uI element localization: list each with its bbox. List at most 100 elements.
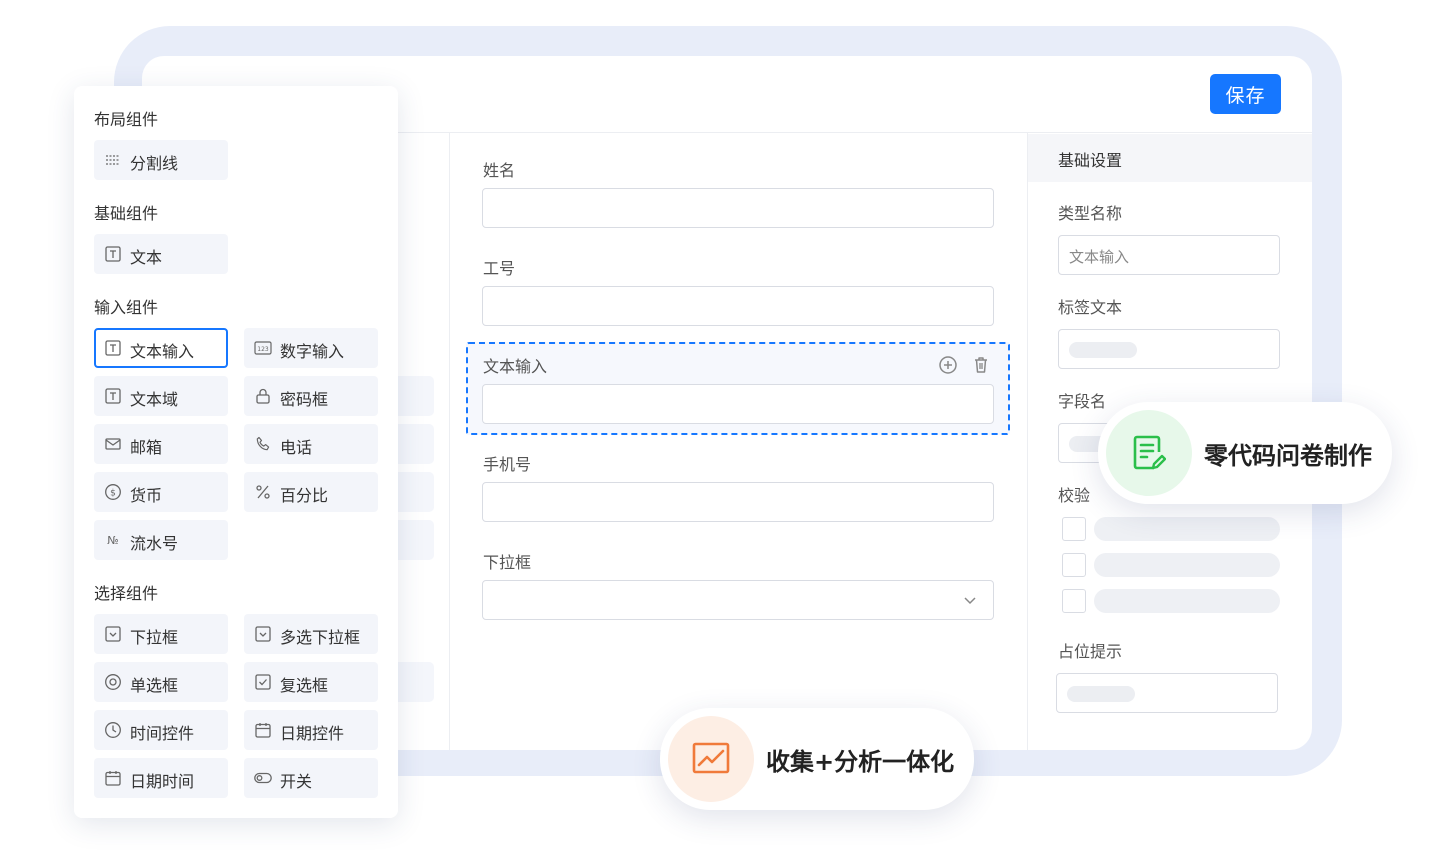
component-label: 密码框 <box>280 390 329 409</box>
validation-checkbox[interactable] <box>1062 553 1086 577</box>
validation-option-bar <box>1094 589 1280 613</box>
clock-icon <box>105 722 121 738</box>
component-number-input[interactable]: 123 数字输入 <box>244 328 378 368</box>
component-label: 分割线 <box>130 154 179 173</box>
component-label: 下拉框 <box>130 628 179 647</box>
component-label: 电话 <box>280 438 313 457</box>
component-date[interactable]: 日期控件 <box>244 710 378 750</box>
type-name-input[interactable]: 文本输入 <box>1058 235 1280 275</box>
line-chart-icon <box>692 742 730 774</box>
component-label: 流水号 <box>130 534 179 553</box>
checkbox-icon <box>255 674 271 690</box>
component-currency[interactable]: $ 货币 <box>94 472 228 512</box>
svg-text:$: $ <box>110 489 116 499</box>
text-input-field[interactable] <box>482 384 994 424</box>
component-dropdown[interactable]: 下拉框 <box>94 614 228 654</box>
component-datetime[interactable]: 日期时间 <box>94 758 228 798</box>
delete-icon[interactable] <box>971 355 991 375</box>
group-title-layout: 布局组件 <box>94 110 159 129</box>
settings-title: 基础设置 <box>1058 151 1123 170</box>
dropdown-icon <box>105 626 121 642</box>
placeholder-bar <box>1067 686 1135 702</box>
serial-number-icon: № <box>107 534 118 547</box>
number-icon: 123 <box>254 341 272 355</box>
dropdown-select[interactable] <box>482 580 994 620</box>
save-button[interactable]: 保存 <box>1210 74 1281 114</box>
divider-icon <box>106 155 120 165</box>
component-text[interactable]: 文本 <box>94 234 228 274</box>
component-multi-dropdown[interactable]: 多选下拉框 <box>244 614 378 654</box>
tag-text-label: 标签文本 <box>1058 298 1123 317</box>
svg-text:123: 123 <box>257 346 269 353</box>
component-password[interactable]: 密码框 <box>244 376 378 416</box>
chevron-down-icon <box>964 597 976 605</box>
component-radio[interactable]: 单选框 <box>94 662 228 702</box>
analytics-badge-text: 收集+分析一体化 <box>766 748 955 776</box>
component-percent[interactable]: 百分比 <box>244 472 378 512</box>
component-label: 日期时间 <box>130 772 195 791</box>
percent-icon <box>256 485 270 499</box>
settings-header: 基础设置 <box>1028 134 1312 182</box>
component-serial-number[interactable]: № 流水号 <box>94 520 228 560</box>
currency-icon: $ <box>105 484 121 500</box>
survey-badge-text: 零代码问卷制作 <box>1204 442 1372 470</box>
component-palette: 布局组件 分割线 基础组件 文本 输入组件 文本输入 123 数字输入 文本域 … <box>74 86 398 818</box>
validation-option-bar <box>1094 553 1280 577</box>
component-email[interactable]: 邮箱 <box>94 424 228 464</box>
toggle-icon <box>254 772 272 784</box>
calendar-icon <box>255 723 271 738</box>
validation-option-bar <box>1094 517 1280 541</box>
phone-input[interactable] <box>482 482 994 522</box>
survey-icon-circle <box>1106 410 1192 496</box>
field-label-name: 姓名 <box>483 161 516 180</box>
placeholder-hint-label: 占位提示 <box>1058 642 1123 661</box>
page: 保存 姓名 工号 文本输入 手机号 下拉框 基础设置 类型名称 文本输入 标签文… <box>0 0 1440 850</box>
component-label: 日期控件 <box>280 724 345 743</box>
mail-icon <box>105 438 121 450</box>
svg-text:№: № <box>107 534 118 547</box>
component-text-input[interactable]: 文本输入 <box>94 328 228 368</box>
tag-text-input[interactable] <box>1058 329 1280 369</box>
field-label-dropdown: 下拉框 <box>483 553 532 572</box>
component-time[interactable]: 时间控件 <box>94 710 228 750</box>
field-label-text-input: 文本输入 <box>483 357 548 376</box>
placeholder-hint-input[interactable] <box>1056 673 1278 713</box>
component-label: 单选框 <box>130 676 179 695</box>
group-title-select: 选择组件 <box>94 584 159 603</box>
employee-id-input[interactable] <box>482 286 994 326</box>
validation-checkbox[interactable] <box>1062 589 1086 613</box>
component-checkbox[interactable]: 复选框 <box>244 662 378 702</box>
validation-checkbox[interactable] <box>1062 517 1086 541</box>
lock-icon <box>256 388 270 404</box>
component-divider[interactable]: 分割线 <box>94 140 228 180</box>
field-label-employee-id: 工号 <box>483 259 516 278</box>
text-icon <box>105 246 121 262</box>
text-icon <box>105 340 121 356</box>
component-switch[interactable]: 开关 <box>244 758 378 798</box>
phone-icon <box>256 436 270 451</box>
component-label: 邮箱 <box>130 438 163 457</box>
component-label: 开关 <box>280 772 313 791</box>
document-edit-icon <box>1133 435 1166 470</box>
dropdown-icon <box>255 626 271 642</box>
component-phone[interactable]: 电话 <box>244 424 378 464</box>
column-divider <box>1027 133 1028 750</box>
group-title-basic: 基础组件 <box>94 204 159 223</box>
field-label-phone: 手机号 <box>483 455 532 474</box>
component-label: 多选下拉框 <box>280 628 361 647</box>
calendar-icon <box>105 771 121 786</box>
group-title-input: 输入组件 <box>94 298 159 317</box>
radio-icon <box>105 674 121 690</box>
selected-form-field[interactable]: 文本输入 <box>466 342 1010 435</box>
name-input[interactable] <box>482 188 994 228</box>
type-name-label: 类型名称 <box>1058 204 1123 223</box>
component-label: 文本域 <box>130 390 179 409</box>
type-name-value: 文本输入 <box>1069 248 1130 266</box>
field-name-label: 字段名 <box>1058 392 1107 411</box>
component-textarea[interactable]: 文本域 <box>94 376 228 416</box>
survey-badge: 零代码问卷制作 <box>1098 402 1392 504</box>
component-label: 文本输入 <box>130 342 195 361</box>
add-circle-icon[interactable] <box>938 355 958 375</box>
component-label: 时间控件 <box>130 724 195 743</box>
validation-label: 校验 <box>1058 486 1091 505</box>
